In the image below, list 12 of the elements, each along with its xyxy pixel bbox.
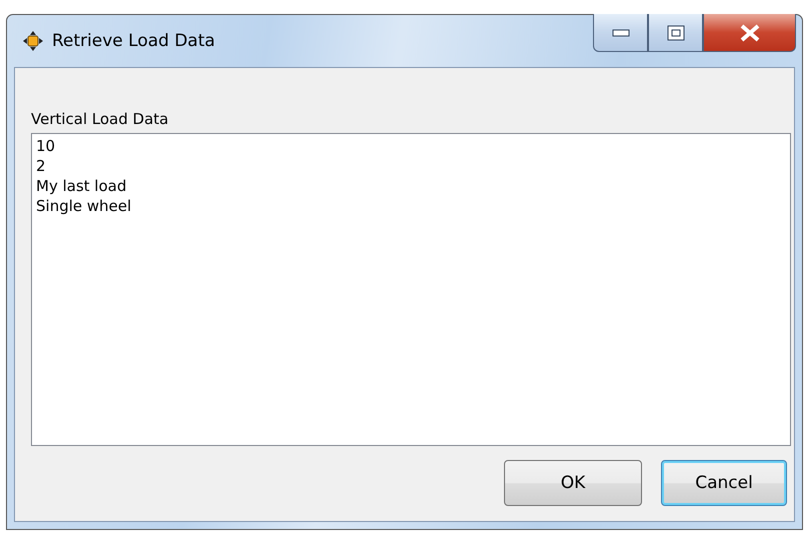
cancel-button[interactable]: Cancel bbox=[661, 460, 787, 506]
field-label: Vertical Load Data bbox=[31, 110, 170, 128]
text-area[interactable]: 10 2 My last load Single wheel bbox=[31, 133, 791, 446]
minimize-button[interactable] bbox=[593, 14, 648, 52]
close-icon bbox=[738, 24, 760, 42]
maximize-button[interactable] bbox=[648, 14, 703, 52]
move-arrows-icon bbox=[22, 30, 44, 52]
minimize-icon bbox=[612, 28, 630, 36]
window-title: Retrieve Load Data bbox=[52, 31, 216, 51]
ok-button[interactable]: OK bbox=[504, 460, 642, 506]
maximize-icon bbox=[666, 24, 684, 40]
close-button[interactable] bbox=[703, 14, 796, 52]
